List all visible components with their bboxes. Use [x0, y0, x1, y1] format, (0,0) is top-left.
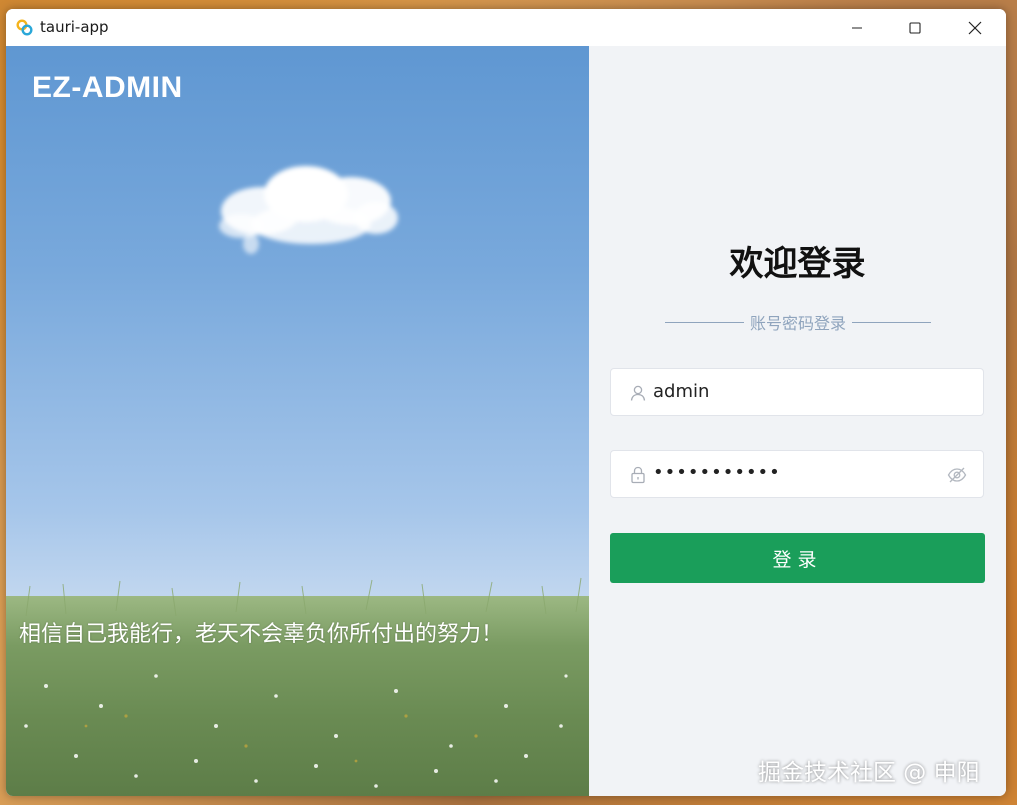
login-button[interactable]: 登录 [610, 533, 985, 583]
password-input[interactable]: ••••••••••• [610, 450, 984, 498]
eye-off-icon[interactable] [947, 466, 967, 484]
welcome-heading: 欢迎登录 [729, 244, 866, 284]
minimize-button[interactable] [834, 9, 880, 46]
login-method-label: 账号密码登录 [750, 314, 847, 333]
tauri-logo-icon [16, 19, 33, 36]
divider-line-left [665, 321, 744, 323]
title-bar[interactable]: tauri-app [6, 9, 1006, 46]
username-value: admin [653, 381, 710, 402]
maximize-button[interactable] [892, 9, 938, 46]
hero-image-panel: EZ-ADMIN 相信自己我能行，老天不会辜负你所付出的努力！ [6, 46, 589, 796]
login-method-divider: 账号密码登录 [665, 311, 932, 333]
maximize-icon [909, 21, 921, 34]
divider-line-right [852, 321, 932, 323]
username-input[interactable]: admin [610, 368, 984, 416]
grass-detail [24, 577, 582, 788]
cloud-image [219, 166, 398, 254]
close-button[interactable] [952, 9, 998, 46]
close-icon [968, 21, 982, 34]
watermark-text: 掘金技术社区 @ 申阳 [758, 760, 980, 786]
login-panel: 欢迎登录 账号密码登录 admin ••••••••••• 登录 [589, 46, 1006, 796]
password-value: ••••••••••• [653, 462, 781, 483]
slogan-text: 相信自己我能行，老天不会辜负你所付出的努力！ [19, 622, 504, 647]
user-icon [629, 384, 647, 402]
window-title: tauri-app [40, 18, 109, 36]
brand-title: EZ-ADMIN [32, 71, 183, 104]
app-window: tauri-app EZ-ADMIN 相信自己我能行，老天不会辜负你所付出的努力… [6, 9, 1006, 796]
minimize-icon [852, 26, 862, 29]
lock-icon [629, 466, 647, 484]
